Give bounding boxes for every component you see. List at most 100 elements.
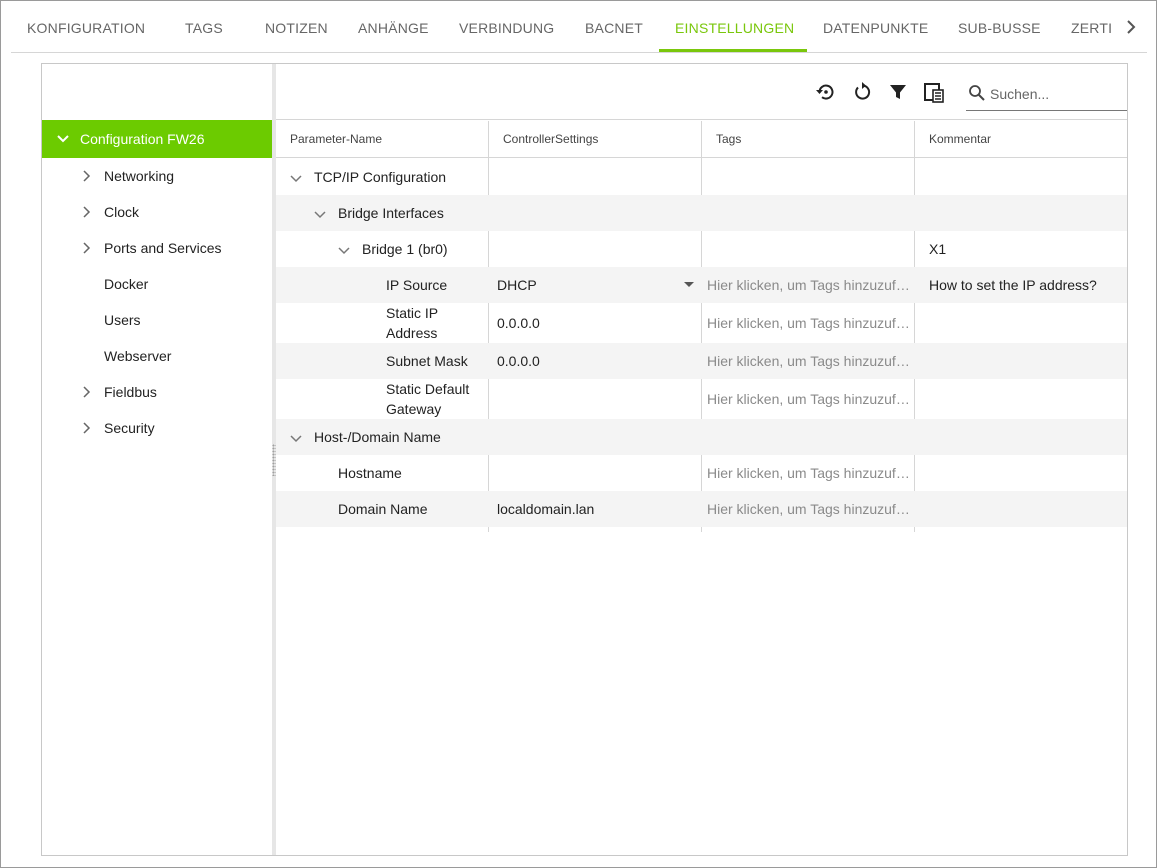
parameter-name-cell: Bridge 1 (br0) [276, 231, 488, 267]
reload-icon[interactable] [851, 81, 873, 103]
tree-item-clock[interactable]: Clock [42, 194, 272, 230]
filter-icon[interactable] [887, 81, 909, 103]
column-header-tags[interactable]: Tags [702, 121, 914, 158]
table-row[interactable]: Subnet Mask 0.0.0.0 Hier klicken, um Tag… [276, 343, 1127, 379]
chevron-down-icon[interactable] [290, 171, 302, 183]
search-input[interactable] [990, 82, 1126, 106]
column-header-controller-settings[interactable]: ControllerSettings [489, 121, 701, 158]
table-row[interactable]: TCP/IP Configuration [276, 159, 1127, 195]
parameter-name: Static Default Gateway [386, 381, 470, 417]
chevron-right-icon[interactable] [80, 241, 92, 254]
tree-item-docker[interactable]: Docker [42, 266, 272, 302]
controller-value-cell[interactable] [489, 455, 701, 491]
tab-tags[interactable]: TAGS [185, 1, 223, 53]
chevron-right-icon[interactable] [80, 421, 92, 434]
chevron-right-icon[interactable] [80, 169, 92, 182]
tags-value: Hier klicken, um Tags hinzuzufügen [707, 501, 911, 517]
controller-value-cell[interactable] [489, 419, 701, 455]
comment-cell[interactable]: How to set the IP address? [915, 267, 1127, 303]
comment-cell[interactable] [915, 379, 1127, 419]
column-header-parameter-name[interactable]: Parameter-Name [276, 121, 488, 158]
tab-notizen[interactable]: NOTIZEN [265, 1, 328, 53]
tags-cell[interactable]: Hier klicken, um Tags hinzuzufügen [702, 303, 914, 343]
tags-cell[interactable]: Hier klicken, um Tags hinzuzufügen [702, 267, 914, 303]
parameter-name-cell: Bridge Interfaces [276, 195, 488, 231]
tree-root-configuration[interactable]: Configuration FW26 [42, 120, 272, 158]
table-row[interactable]: Hostname Hier klicken, um Tags hinzuzufü… [276, 455, 1127, 491]
controller-value-cell[interactable]: localdomain.lan [489, 491, 701, 527]
tags-value: Hier klicken, um Tags hinzuzufügen [707, 391, 911, 407]
tab-zertifikate[interactable]: ZERTI [1071, 1, 1113, 53]
chevron-down-icon[interactable] [290, 431, 302, 443]
controller-value-cell[interactable] [489, 159, 701, 195]
tab-sub-busse[interactable]: SUB-BUSSE [958, 1, 1041, 53]
comment-cell[interactable] [915, 303, 1127, 343]
chevron-right-icon[interactable] [1121, 15, 1141, 39]
parameter-name-cell: Host-/Domain Name [276, 419, 488, 455]
controller-value-cell[interactable] [489, 379, 701, 419]
tab-einstellungen[interactable]: EINSTELLUNGEN [675, 1, 794, 53]
tree-item-label: Networking [104, 168, 175, 184]
chevron-right-icon[interactable] [80, 385, 92, 398]
restore-icon[interactable] [814, 81, 836, 103]
tab-bacnet[interactable]: BACNET [585, 1, 643, 53]
parameter-name-cell: Hostname [276, 455, 488, 491]
dropdown-arrow-icon[interactable] [684, 282, 694, 287]
tree-item-webserver[interactable]: Webserver [42, 338, 272, 374]
search-box[interactable] [966, 80, 1127, 111]
tree-item-users[interactable]: Users [42, 302, 272, 338]
comment-cell[interactable]: X1 [915, 231, 1127, 267]
parameter-name-cell: Static IP Address [276, 303, 488, 343]
ip-source-select[interactable]: DHCP [489, 267, 701, 303]
controller-value-cell[interactable]: 0.0.0.0 [489, 303, 701, 343]
tags-cell[interactable]: Hier klicken, um Tags hinzuzufügen [702, 455, 914, 491]
table-row[interactable]: IP Source DHCP Hier klicken, um Tags hin… [276, 267, 1127, 303]
controller-value-cell[interactable] [489, 195, 701, 231]
tags-value: Hier klicken, um Tags hinzuzufügen [707, 353, 911, 369]
comment-cell[interactable] [915, 491, 1127, 527]
chevron-down-icon[interactable] [56, 132, 70, 146]
comment-cell[interactable] [915, 159, 1127, 195]
tags-cell[interactable] [702, 419, 914, 455]
table-row[interactable]: Bridge 1 (br0) X1 [276, 231, 1127, 267]
table-row[interactable]: Host-/Domain Name [276, 419, 1127, 455]
controller-value-cell[interactable] [489, 231, 701, 267]
column-chooser-icon[interactable] [923, 81, 945, 103]
table-row[interactable]: Bridge Interfaces [276, 195, 1127, 231]
comment-cell[interactable] [915, 455, 1127, 491]
tree-item-label: Users [104, 312, 141, 328]
column-header-kommentar[interactable]: Kommentar [915, 121, 1127, 158]
parameter-name: IP Source [386, 277, 448, 293]
comment-cell[interactable] [915, 343, 1127, 379]
tab-datenpunkte[interactable]: DATENPUNKTE [823, 1, 928, 53]
tags-cell[interactable] [702, 159, 914, 195]
tags-cell[interactable] [702, 231, 914, 267]
tags-cell[interactable]: Hier klicken, um Tags hinzuzufügen [702, 379, 914, 419]
table-row[interactable]: Static IP Address 0.0.0.0 Hier klicken, … [276, 303, 1127, 343]
chevron-right-icon[interactable] [80, 205, 92, 218]
grid-toolbar [276, 64, 1127, 120]
table-row[interactable]: Static Default Gateway Hier klicken, um … [276, 379, 1127, 419]
settings-grid: Parameter-Name ControllerSettings Tags K… [276, 64, 1127, 855]
table-row[interactable]: Domain Name localdomain.lan Hier klicken… [276, 491, 1127, 527]
tab-verbindung[interactable]: VERBINDUNG [459, 1, 554, 53]
tree-item-ports-and-services[interactable]: Ports and Services [42, 230, 272, 266]
comment-cell[interactable] [915, 195, 1127, 231]
tags-cell[interactable] [702, 195, 914, 231]
tags-value: Hier klicken, um Tags hinzuzufügen [707, 465, 911, 481]
tree-item-networking[interactable]: Networking [42, 158, 272, 194]
tab-konfiguration[interactable]: KONFIGURATION [27, 1, 145, 53]
parameter-name-cell: IP Source [276, 267, 488, 303]
tree-item-security[interactable]: Security [42, 410, 272, 446]
parameter-name: Static IP Address [386, 305, 438, 341]
tags-value: Hier klicken, um Tags hinzuzufügen [707, 277, 911, 293]
select-value: DHCP [497, 277, 537, 293]
controller-value-cell[interactable]: 0.0.0.0 [489, 343, 701, 379]
tree-item-fieldbus[interactable]: Fieldbus [42, 374, 272, 410]
tags-cell[interactable]: Hier klicken, um Tags hinzuzufügen [702, 343, 914, 379]
chevron-down-icon[interactable] [338, 243, 350, 255]
tags-cell[interactable]: Hier klicken, um Tags hinzuzufügen [702, 491, 914, 527]
chevron-down-icon[interactable] [314, 207, 326, 219]
tab-anhaenge[interactable]: ANHÄNGE [358, 1, 429, 53]
comment-cell[interactable] [915, 419, 1127, 455]
